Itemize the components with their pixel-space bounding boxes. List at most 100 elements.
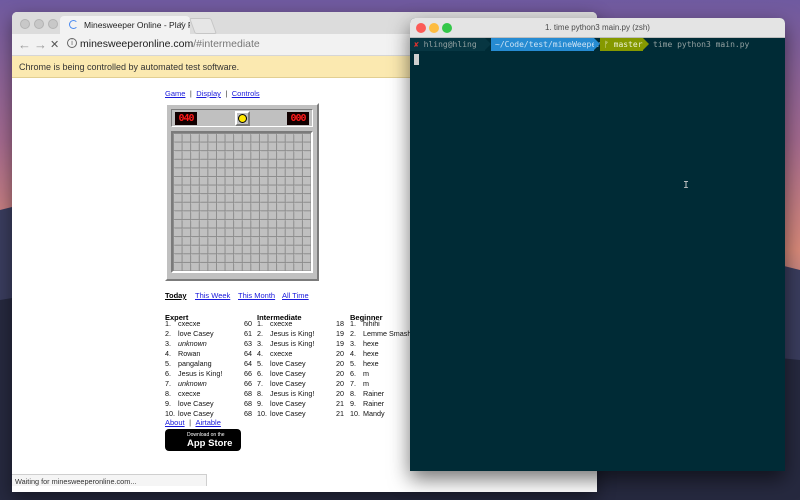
row-player-name: Jesus is King! [270, 389, 315, 398]
row-player-name: Lemme Smash [363, 329, 412, 338]
row-rank: 2. [257, 329, 263, 338]
airtable-link[interactable]: Airtable [195, 418, 220, 427]
stop-loading-icon[interactable]: ✕ [50, 37, 59, 53]
forward-icon[interactable]: → [34, 37, 47, 53]
app-store-badge[interactable]: Download on the App Store [165, 429, 241, 451]
row-rank: 6. [165, 369, 171, 378]
row-rank: 10. [257, 409, 267, 418]
timer-counter: 000 [287, 112, 309, 125]
menu-separator: | [225, 89, 228, 98]
leaderboard-row: 9. love Casey 68 [165, 399, 252, 409]
terminal-titlebar: 1. time python3 main.py (zsh) [410, 18, 785, 38]
row-rank: 8. [350, 389, 356, 398]
back-icon[interactable]: ← [18, 37, 31, 53]
tab-title: Minesweeper Online - Play Fr... [84, 20, 190, 30]
smiley-reset-button[interactable] [235, 111, 250, 126]
status-text: Waiting for minesweeperonline.com... [15, 477, 137, 486]
menu-game-link[interactable]: Game [165, 89, 185, 98]
row-rank: 1. [350, 319, 356, 328]
row-player-name: hexe [363, 349, 379, 358]
row-player-name: cxecxe [178, 319, 201, 328]
row-player-name: Jesus is King! [270, 339, 315, 348]
row-rank: 10. [350, 409, 360, 418]
row-rank: 8. [257, 389, 263, 398]
row-rank: 7. [350, 379, 356, 388]
smiley-face-icon [238, 114, 247, 123]
row-player-name: unknown [178, 379, 207, 388]
text-cursor-ibeam-icon: I [683, 180, 690, 191]
row-rank: 6. [257, 369, 263, 378]
tab-today[interactable]: Today [165, 291, 187, 300]
tab-this-week[interactable]: This Week [195, 291, 230, 300]
git-branch-icon: ᚠ [604, 40, 609, 49]
row-rank: 5. [165, 359, 171, 368]
row-time-score: 20 [336, 349, 344, 358]
row-player-name: m [363, 369, 369, 378]
row-rank: 3. [257, 339, 263, 348]
row-player-name: Rainer [363, 399, 385, 408]
row-rank: 6. [350, 369, 356, 378]
prompt-arrow [643, 38, 649, 50]
row-time-score: 18 [336, 319, 344, 328]
leaderboard-row: 6. Jesus is King! 66 [165, 369, 252, 379]
game-menu: Game | Display | Controls [165, 83, 260, 101]
leaderboard-row: 2. love Casey 61 [165, 329, 252, 339]
terminal-window[interactable]: 1. time python3 main.py (zsh) ✘ hling@hl… [410, 18, 785, 471]
browser-tab[interactable]: Minesweeper Online - Play Fr... × [60, 16, 190, 34]
leaderboard-row: 7. unknown 66 [165, 379, 252, 389]
tab-this-month[interactable]: This Month [238, 291, 275, 300]
row-rank: 8. [165, 389, 171, 398]
row-time-score: 20 [336, 379, 344, 388]
about-link[interactable]: About [165, 418, 185, 427]
row-time-score: 60 [244, 319, 252, 328]
row-player-name: m [363, 379, 369, 388]
row-player-name: Jesus is King! [178, 369, 223, 378]
infobar-text: Chrome is being controlled by automated … [19, 62, 240, 72]
row-player-name: love Casey [270, 369, 306, 378]
row-time-score: 68 [244, 409, 252, 418]
row-rank: 4. [257, 349, 263, 358]
menu-controls-link[interactable]: Controls [232, 89, 260, 98]
terminal-command: time python3 main.py [653, 40, 750, 49]
url-domain: minesweeperonline.com [80, 38, 194, 50]
mine-grid[interactable] [171, 131, 313, 273]
status-bar: Waiting for minesweeperonline.com... [12, 474, 207, 486]
row-player-name: love Casey [178, 399, 214, 408]
row-player-name: Jesus is King! [270, 329, 315, 338]
window-close-button[interactable] [20, 19, 30, 29]
mines-counter: 040 [175, 112, 197, 125]
tab-all-time[interactable]: All Time [282, 291, 309, 300]
row-player-name: Mandy [363, 409, 385, 418]
row-rank: 9. [257, 399, 263, 408]
row-time-score: 19 [336, 329, 344, 338]
row-rank: 7. [257, 379, 263, 388]
site-info-icon[interactable]: i [67, 38, 77, 48]
row-time-score: 19 [336, 339, 344, 348]
leaderboard-row: 8. cxecxe 68 [165, 389, 252, 399]
row-time-score: 66 [244, 379, 252, 388]
leaderboard-row: 3. unknown 63 [165, 339, 252, 349]
window-zoom-button[interactable] [48, 19, 58, 29]
footer-separator: | [189, 418, 192, 427]
row-time-score: 66 [244, 369, 252, 378]
row-time-score: 61 [244, 329, 252, 338]
row-player-name: hexe [363, 339, 379, 348]
row-rank: 9. [165, 399, 171, 408]
row-player-name: cxecxe [178, 389, 201, 398]
row-time-score: 21 [336, 399, 344, 408]
tab-close-icon[interactable]: × [179, 19, 184, 29]
footer-links: About | Airtable [165, 412, 221, 430]
window-minimize-button[interactable] [34, 19, 44, 29]
url-path: /#intermediate [193, 38, 260, 50]
row-time-score: 64 [244, 349, 252, 358]
leaderboard-expert: Expert 1. cxecxe 60 2. love Casey 61 3. unknown… [165, 307, 252, 418]
board-header: 040 000 [171, 109, 313, 127]
menu-display-link[interactable]: Display [196, 89, 221, 98]
row-rank: 3. [350, 339, 356, 348]
new-tab-button[interactable] [189, 18, 217, 34]
row-time-score: 68 [244, 399, 252, 408]
address-bar[interactable]: minesweeperonline.com/#intermediate [80, 38, 260, 50]
row-player-name: love Casey [270, 409, 306, 418]
row-time-score: 20 [336, 359, 344, 368]
terminal-cursor [414, 54, 419, 65]
